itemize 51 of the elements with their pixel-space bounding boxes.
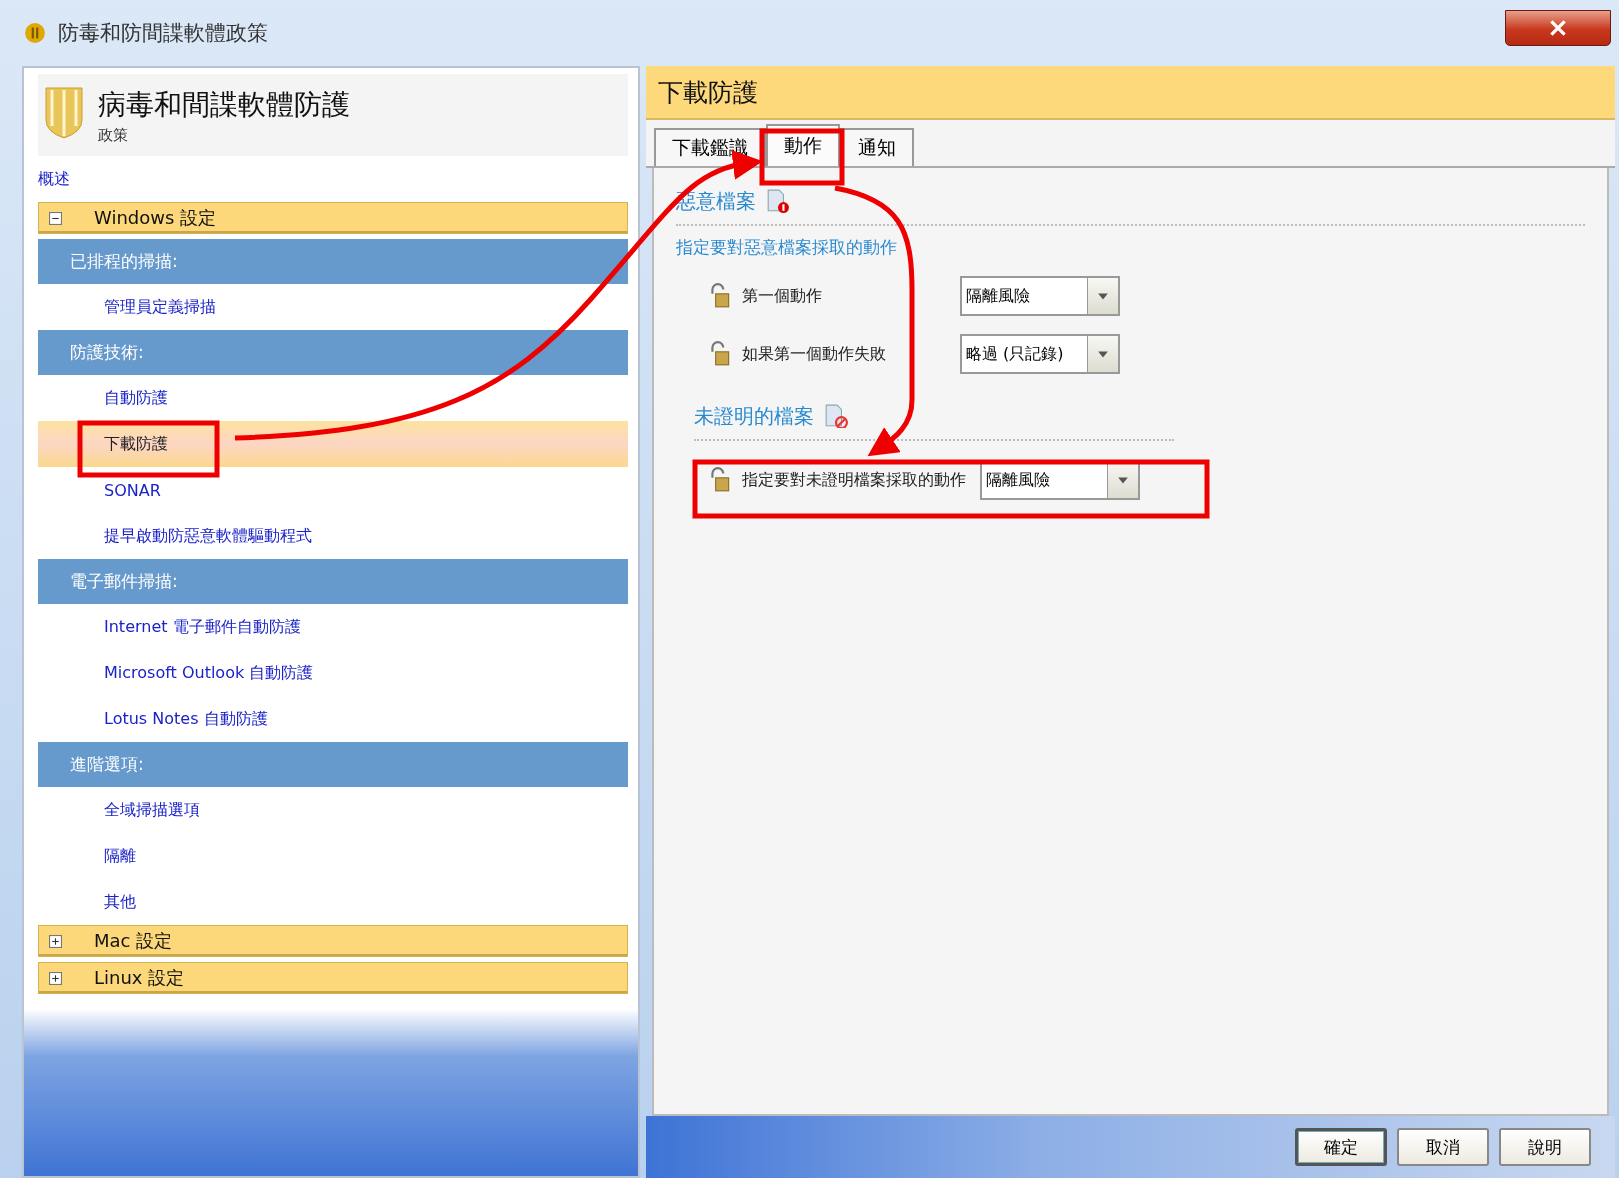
group-header[interactable]: Windows 設定: [38, 202, 628, 234]
sidebar-item[interactable]: 管理員定義掃描: [104, 296, 216, 318]
padlock-icon: [708, 341, 732, 367]
sidebar-item[interactable]: Lotus Notes 自動防護: [104, 708, 268, 730]
group-label: Windows 設定: [94, 206, 217, 230]
dialog-button[interactable]: 確定: [1295, 1128, 1387, 1166]
window-title: 防毒和防間諜軟體政策: [58, 20, 268, 47]
section-description: 指定要對惡意檔案採取的動作: [676, 236, 898, 259]
sidebar-item[interactable]: SONAR: [104, 480, 161, 500]
sidebar-item[interactable]: 下載防護: [104, 433, 168, 455]
section-header: 電子郵件掃描:: [38, 559, 628, 604]
file-warning-icon: [824, 404, 848, 428]
group-header[interactable]: Linux 設定: [38, 962, 628, 994]
section-header: 防護技術:: [38, 330, 628, 375]
sidebar-item[interactable]: 隔離: [104, 845, 136, 867]
section-title: 未證明的檔案: [694, 402, 814, 430]
selected-row[interactable]: 下載防護: [38, 421, 628, 467]
file-warning-icon: [766, 189, 790, 213]
sidebar-item[interactable]: 全域掃描選項: [104, 799, 200, 821]
app-icon: [24, 22, 46, 44]
overview-link[interactable]: 概述: [38, 168, 70, 190]
tab[interactable]: 通知: [840, 128, 914, 166]
close-icon: [1547, 17, 1569, 39]
sidebar-item[interactable]: Microsoft Outlook 自動防護: [104, 662, 314, 684]
action-label: 如果第一個動作失敗: [742, 343, 887, 365]
dialog-button[interactable]: 取消: [1397, 1128, 1489, 1166]
action-label: 指定要對未證明檔案採取的動作: [742, 469, 966, 491]
group-label: Mac 設定: [94, 929, 173, 953]
dropdown[interactable]: 隔離風險: [960, 276, 1120, 316]
shield-icon: [44, 86, 84, 140]
sidebar-item[interactable]: 其他: [104, 891, 136, 913]
tab[interactable]: 動作: [766, 124, 840, 166]
group-header[interactable]: Mac 設定: [38, 925, 628, 957]
dropdown-arrow-icon: [1117, 475, 1129, 485]
dialog-button[interactable]: 說明: [1499, 1128, 1591, 1166]
group-label: Linux 設定: [94, 966, 185, 990]
dropdown-arrow-icon: [1097, 291, 1109, 301]
policy-subtitle: 政策: [98, 126, 129, 145]
padlock-icon: [708, 467, 732, 493]
sidebar-item[interactable]: 自動防護: [104, 387, 168, 409]
action-label: 第一個動作: [742, 285, 823, 307]
section-header: 已排程的掃描:: [38, 239, 628, 284]
section-header: 進階選項:: [38, 742, 628, 787]
dropdown[interactable]: 略過 (只記錄): [960, 334, 1120, 374]
dropdown-arrow-icon: [1097, 349, 1109, 359]
sidebar-item[interactable]: 提早啟動防惡意軟體驅動程式: [104, 525, 312, 547]
policy-title: 病毒和間諜軟體防護: [98, 87, 350, 123]
sidebar-item[interactable]: Internet 電子郵件自動防護: [104, 616, 301, 638]
padlock-icon: [708, 283, 732, 309]
panel-title: 下載防護: [658, 76, 758, 109]
close-button[interactable]: [1505, 10, 1611, 46]
